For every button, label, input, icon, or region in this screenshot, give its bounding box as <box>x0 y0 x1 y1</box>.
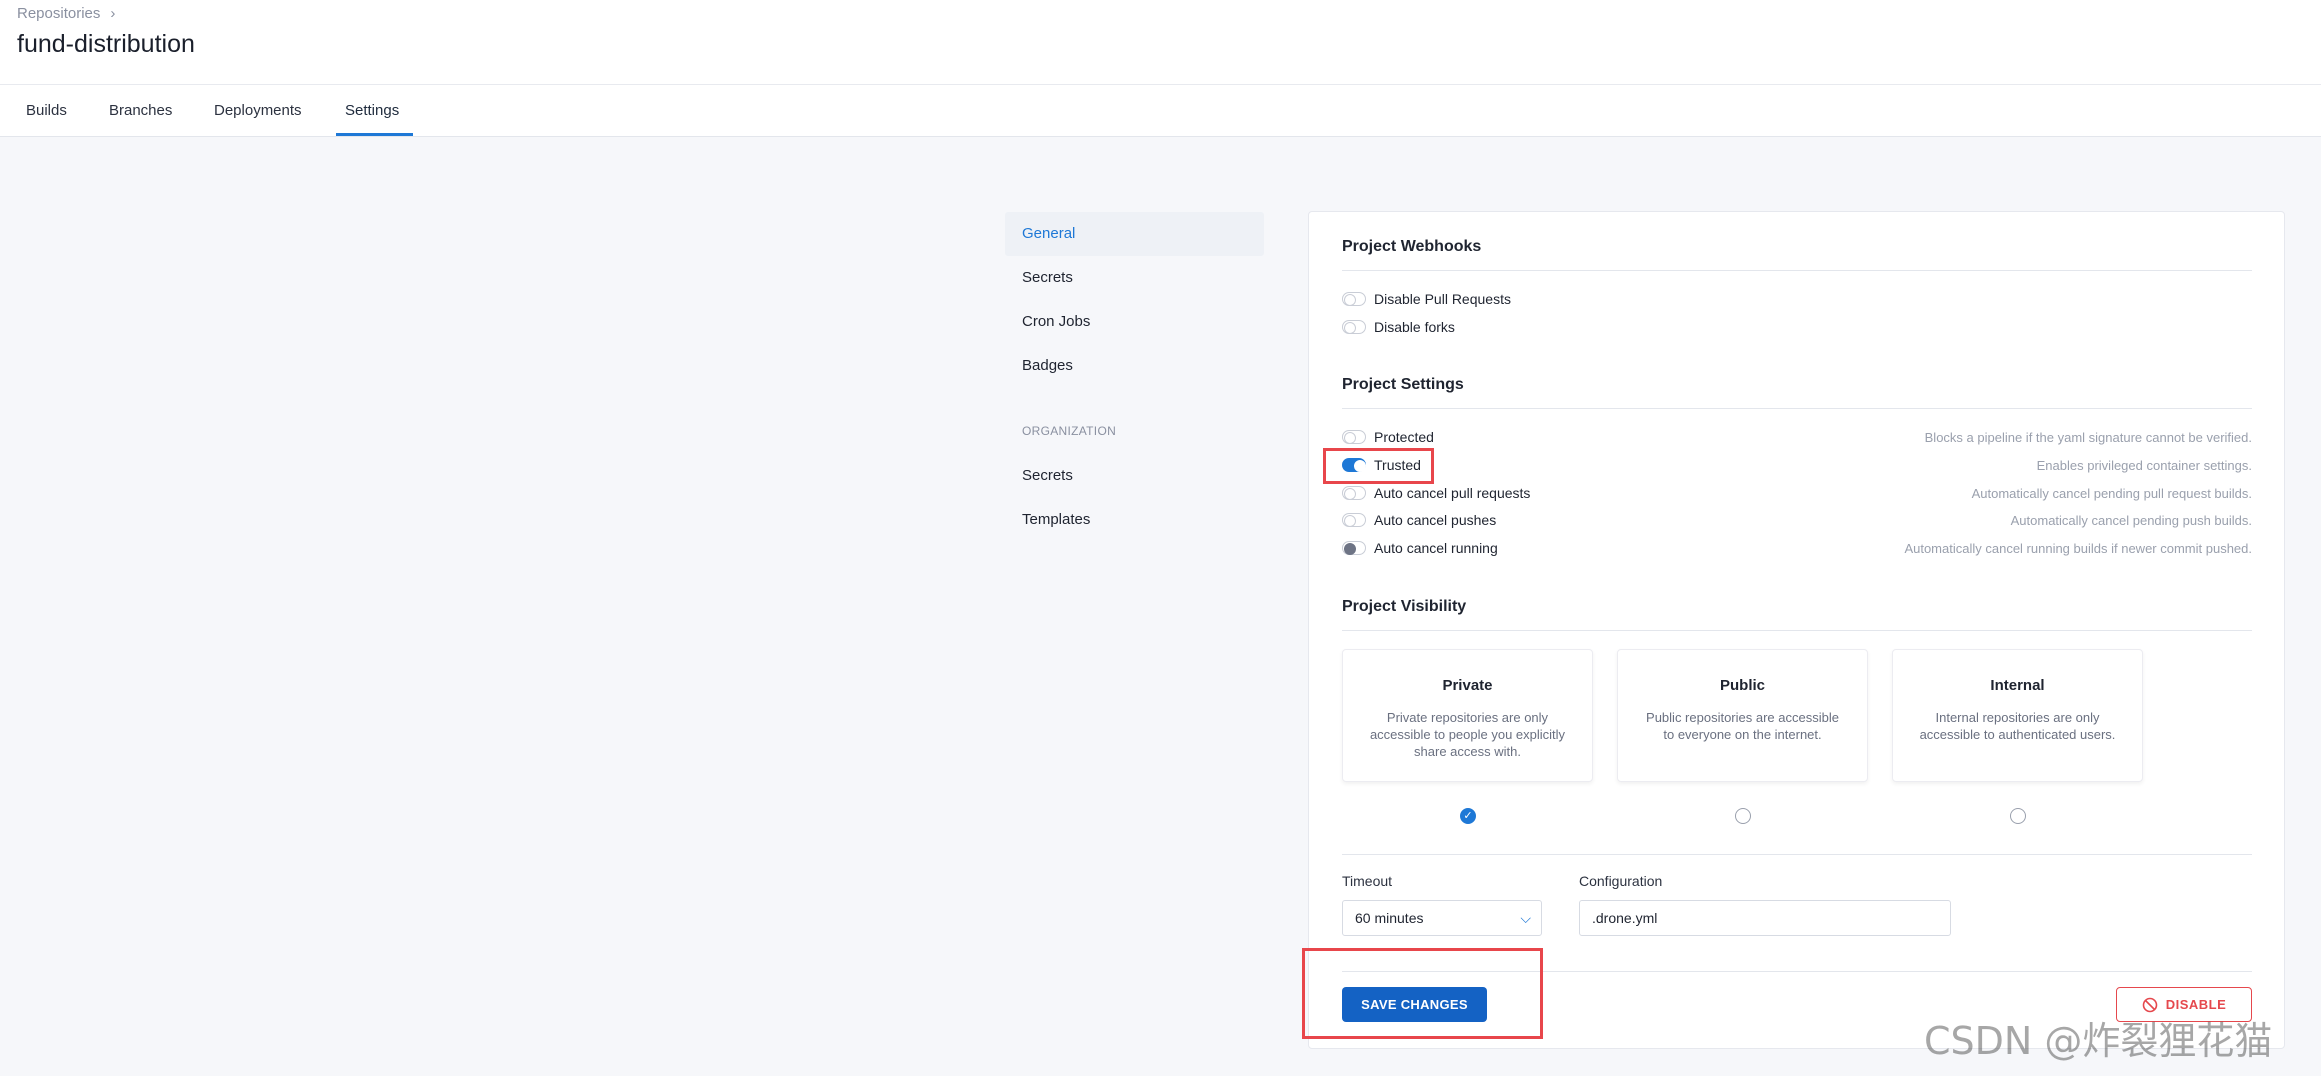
visibility-description: Public repositories are accessible to ev… <box>1646 710 1839 742</box>
tab-branches[interactable]: Branches <box>109 86 172 136</box>
toggle-description: Enables privileged container settings. <box>2036 457 2252 473</box>
protected-toggle[interactable] <box>1342 430 1366 444</box>
sidebar-section-organization: ORGANIZATION <box>1022 424 1117 438</box>
toggle-label: Auto cancel pull requests <box>1374 485 1531 501</box>
divider <box>1342 408 2252 409</box>
sidebar-item-org-secrets[interactable]: Secrets <box>1005 454 1264 498</box>
visibility-description: Private repositories are only accessible… <box>1369 710 1566 759</box>
section-title-webhooks: Project Webhooks <box>1342 238 1482 255</box>
visibility-title: Internal <box>1990 677 2045 694</box>
sidebar-item-cron-jobs[interactable]: Cron Jobs <box>1005 300 1264 344</box>
divider <box>1342 270 2252 271</box>
visibility-radio-internal[interactable] <box>2010 808 2026 824</box>
tab-settings[interactable]: Settings <box>336 86 413 136</box>
timeout-select[interactable]: 60 minutes ⌵ <box>1342 900 1542 936</box>
watermark: CSDN @炸裂狸花猫 <box>1924 1019 2273 1063</box>
toggle-label: Disable forks <box>1374 319 1455 335</box>
toggle-label: Auto cancel pushes <box>1374 512 1497 528</box>
visibility-radio-public[interactable] <box>1735 808 1751 824</box>
toggle-row-auto-cancel-pushes: Auto cancel pushes Automatically cancel … <box>1342 509 2252 531</box>
visibility-card-public[interactable]: Public Public repositories are accessibl… <box>1617 649 1868 782</box>
page-title: fund-distribution <box>17 30 195 58</box>
toggle-label: Auto cancel running <box>1374 540 1498 556</box>
configuration-input[interactable] <box>1579 900 1951 936</box>
repo-header: Repositories › fund-distribution Builds … <box>0 0 2321 137</box>
chevron-down-icon: ⌵ <box>1520 910 1531 926</box>
visibility-card-internal[interactable]: Internal Internal repositories are only … <box>1892 649 2143 782</box>
visibility-description: Internal repositories are only accessibl… <box>1919 710 2116 742</box>
section-title-visibility: Project Visibility <box>1342 598 1467 615</box>
chevron-right-icon: › <box>110 5 116 22</box>
visibility-title: Public <box>1719 677 1765 694</box>
disable-pull-requests-toggle[interactable] <box>1342 292 1366 306</box>
trusted-highlight-box <box>1323 448 1434 484</box>
toggle-row-disable-pull-requests: Disable Pull Requests <box>1342 288 2252 310</box>
timeout-label: Timeout <box>1342 873 1393 889</box>
toggle-description: Automatically cancel pending push builds… <box>2010 512 2252 528</box>
sidebar-item-secrets[interactable]: Secrets <box>1005 256 1264 300</box>
toggle-label: Disable Pull Requests <box>1374 291 1511 307</box>
settings-panel: Project Webhooks Disable Pull Requests D… <box>1302 211 2285 1049</box>
save-highlight-box <box>1302 948 1543 1039</box>
toggle-row-disable-forks: Disable forks <box>1342 316 2252 338</box>
check-icon: ✓ <box>1463 810 1473 822</box>
divider <box>1342 630 2252 631</box>
visibility-card-private[interactable]: Private Private repositories are only ac… <box>1342 649 1593 782</box>
timeout-value: 60 minutes <box>1355 910 1424 926</box>
sidebar-item-general[interactable]: General <box>1005 212 1264 256</box>
toggle-description: Automatically cancel pending pull reques… <box>1971 485 2252 501</box>
tab-deployments[interactable]: Deployments <box>214 86 302 136</box>
auto-cancel-pushes-toggle[interactable] <box>1342 513 1366 527</box>
tabs-divider <box>0 84 2321 85</box>
visibility-title: Private <box>1442 677 1493 694</box>
toggle-description: Blocks a pipeline if the yaml signature … <box>1924 429 2252 445</box>
breadcrumb-repositories-link[interactable]: Repositories <box>17 5 100 22</box>
toggle-row-auto-cancel-pull-requests: Auto cancel pull requests Automatically … <box>1342 482 2252 504</box>
visibility-radio-private[interactable]: ✓ <box>1460 808 1476 824</box>
auto-cancel-running-toggle[interactable] <box>1342 541 1366 555</box>
toggle-row-trusted: Trusted Enables privileged container set… <box>1342 454 2252 476</box>
configuration-label: Configuration <box>1579 873 1663 889</box>
tab-builds[interactable]: Builds <box>26 86 67 136</box>
toggle-description: Automatically cancel running builds if n… <box>1904 540 2252 556</box>
auto-cancel-pull-requests-toggle[interactable] <box>1342 486 1366 500</box>
section-title-settings: Project Settings <box>1342 376 1464 393</box>
sidebar-item-org-templates[interactable]: Templates <box>1005 498 1264 542</box>
breadcrumb: Repositories › <box>17 5 115 22</box>
toggle-row-protected: Protected Blocks a pipeline if the yaml … <box>1342 426 2252 448</box>
toggle-row-auto-cancel-running: Auto cancel running Automatically cancel… <box>1342 537 2252 559</box>
disable-forks-toggle[interactable] <box>1342 320 1366 334</box>
divider <box>1342 854 2252 855</box>
sidebar-item-badges[interactable]: Badges <box>1005 344 1264 388</box>
toggle-label: Protected <box>1374 429 1434 445</box>
